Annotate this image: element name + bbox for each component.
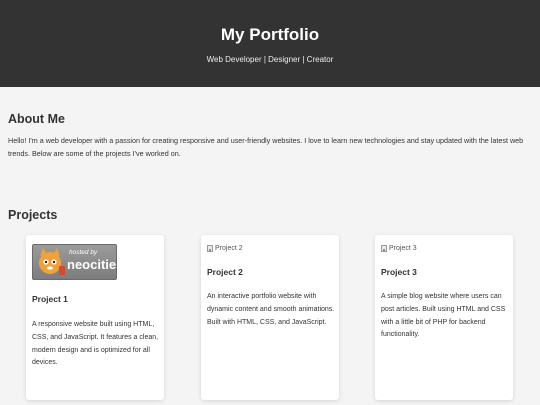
site-title: My Portfolio [220, 25, 320, 44]
site-header: My Portfolio Web Developer | Designer | … [0, 0, 540, 87]
project-description: An interactive portfolio website with dy… [207, 293, 335, 326]
badge-neocities-text: neocities [67, 257, 124, 272]
neocities-cat-icon [39, 248, 65, 275]
project-description: A simple blog website where users can po… [381, 293, 506, 339]
project-title: Project 2 [207, 267, 243, 277]
broken-image-icon [381, 245, 387, 252]
project-description: A responsive website built using HTML, C… [32, 321, 159, 367]
neocities-badge-image[interactable]: hosted by neocities [32, 244, 123, 280]
project-title: Project 1 [32, 294, 68, 304]
image-alt-text: Project 2 [215, 245, 243, 252]
project-card-3: Project 3 Project 3 A simple blog websit… [375, 235, 513, 400]
broken-image-icon [207, 245, 213, 252]
image-alt-text: Project 3 [389, 245, 417, 252]
about-text: Hello! I'm a web developer with a passio… [8, 136, 524, 158]
badge-hosted-text: hosted by [69, 249, 98, 256]
projects-heading: Projects [8, 208, 58, 222]
project-title: Project 3 [381, 267, 417, 277]
project-image: Project 2 [207, 244, 243, 253]
about-heading: About Me [8, 112, 65, 126]
project-card-1: hosted by neocities Project 1 A responsi… [26, 235, 164, 400]
project-card-2: Project 2 Project 2 An interactive portf… [201, 235, 339, 400]
site-tagline: Web Developer | Designer | Creator [206, 55, 334, 64]
project-image: Project 3 [381, 244, 417, 253]
